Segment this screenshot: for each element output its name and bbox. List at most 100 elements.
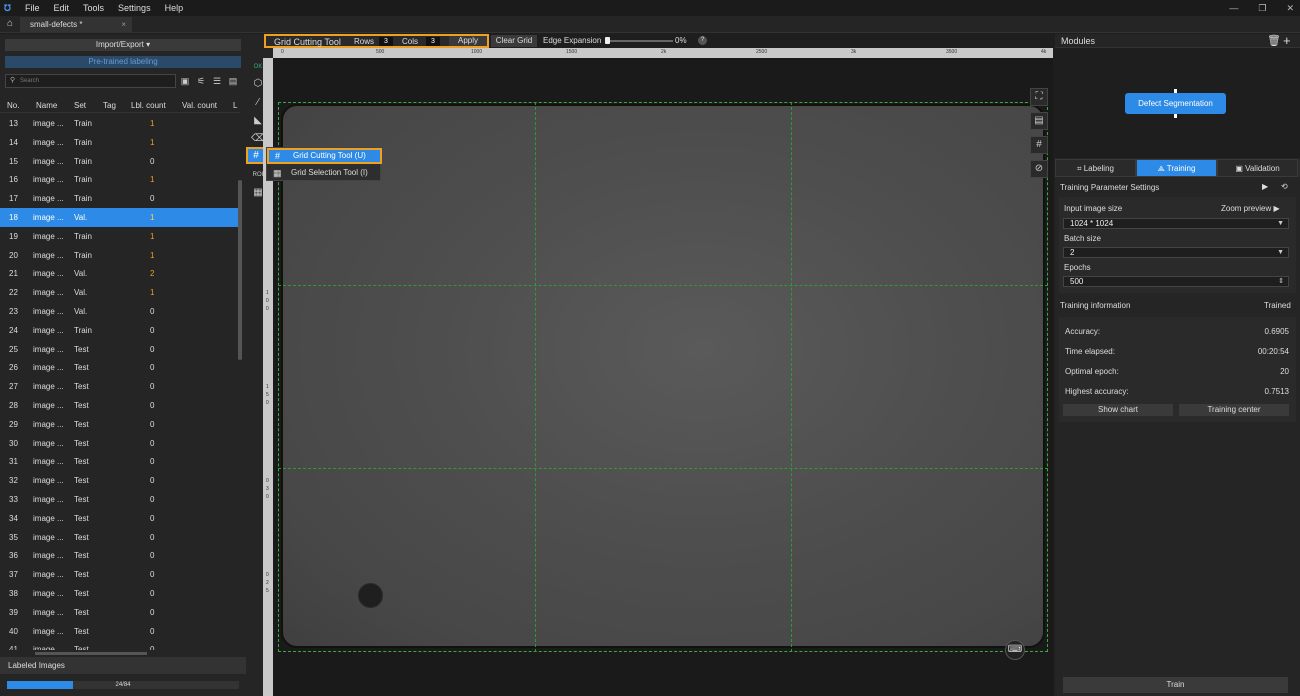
grid-view-icon[interactable]: #: [1030, 136, 1048, 154]
table-row[interactable]: 23 image ... Val. 0: [0, 302, 238, 321]
row-set: Train: [74, 175, 92, 185]
table-row[interactable]: 19 image ... Train 1: [0, 227, 238, 246]
table-row[interactable]: 17 image ... Train 0: [0, 189, 238, 208]
ruler-tick-label: 3: [266, 486, 269, 492]
trash-icon[interactable]: 🗑: [1267, 34, 1281, 48]
search-input[interactable]: ⚲ Search: [5, 74, 176, 88]
row-set: Test: [74, 570, 89, 580]
table-row[interactable]: 28 image ... Test 0: [0, 396, 238, 415]
zoom-preview-link[interactable]: Zoom preview ▶: [1221, 204, 1280, 213]
table-row[interactable]: 35 image ... Test 0: [0, 528, 238, 547]
help-icon[interactable]: ?: [698, 36, 707, 45]
table-row[interactable]: 38 image ... Test 0: [0, 584, 238, 603]
fit-view-icon[interactable]: ⛶: [1030, 88, 1048, 106]
table-row[interactable]: 39 image ... Test 0: [0, 603, 238, 622]
row-set: Train: [74, 231, 92, 241]
row-name: image ...: [33, 194, 64, 204]
image-filter-icon[interactable]: ▣: [180, 76, 190, 86]
table-row[interactable]: 36 image ... Test 0: [0, 546, 238, 565]
row-set: Train: [74, 119, 92, 128]
grid-view-icon[interactable]: ▤: [228, 76, 238, 86]
row-no: 24: [9, 325, 18, 335]
table-row[interactable]: 37 image ... Test 0: [0, 565, 238, 584]
table-row[interactable]: 32 image ... Test 0: [0, 471, 238, 490]
table-row[interactable]: 16 image ... Train 1: [0, 170, 238, 189]
home-icon[interactable]: ⌂: [7, 19, 13, 29]
stepper-icon[interactable]: ⇕: [1278, 277, 1284, 287]
table-row[interactable]: 34 image ... Test 0: [0, 509, 238, 528]
tab-labeling[interactable]: ⌗ Labeling: [1055, 159, 1136, 177]
hide-mask-icon[interactable]: ⊘: [1030, 160, 1048, 178]
epochs-input[interactable]: 500 ⇕: [1063, 276, 1289, 287]
layer-icon[interactable]: ▤: [1030, 112, 1048, 130]
table-row[interactable]: 21 image ... Val. 2: [0, 264, 238, 283]
edge-slider-handle[interactable]: [605, 37, 610, 44]
edge-expansion-slider[interactable]: [605, 40, 673, 42]
table-row[interactable]: 24 image ... Train 0: [0, 321, 238, 340]
tab-close-icon[interactable]: ×: [121, 17, 126, 32]
close-icon[interactable]: ✕: [1286, 3, 1294, 14]
minimize-icon[interactable]: —: [1229, 3, 1238, 13]
apply-button[interactable]: Apply: [449, 36, 487, 46]
clear-grid-button[interactable]: Clear Grid: [491, 35, 537, 47]
col-name[interactable]: Name: [36, 101, 57, 110]
tab-training-label: Training: [1166, 164, 1196, 173]
table-row[interactable]: 30 image ... Test 0: [0, 434, 238, 453]
import-export-button[interactable]: Import/Export ▾: [5, 39, 241, 51]
menu-file[interactable]: File: [25, 3, 40, 13]
add-icon[interactable]: +: [1283, 34, 1291, 48]
show-chart-button[interactable]: Show chart: [1063, 404, 1173, 416]
tab-project[interactable]: small-defects * ×: [20, 17, 132, 32]
list-view-icon[interactable]: ☰: [212, 76, 222, 86]
row-lbl-count: 0: [150, 476, 155, 486]
table-row[interactable]: 25 image ... Test 0: [0, 340, 238, 359]
tab-training[interactable]: ⟁ Training: [1136, 159, 1217, 177]
menu-settings[interactable]: Settings: [118, 3, 151, 13]
table-row[interactable]: 27 image ... Test 0: [0, 377, 238, 396]
table-row[interactable]: 40 image ... Test 0: [0, 622, 238, 641]
keyboard-icon[interactable]: ⌨: [1005, 640, 1025, 660]
col-no[interactable]: No.: [7, 101, 19, 110]
table-row[interactable]: 13 image ... Train 1: [0, 114, 238, 133]
tab-validation[interactable]: ▣ Validation: [1217, 159, 1298, 177]
table-row[interactable]: 26 image ... Test 0: [0, 358, 238, 377]
col-set[interactable]: Set: [74, 101, 86, 110]
table-row[interactable]: 15 image ... Train 0: [0, 152, 238, 171]
col-val-count[interactable]: Val. count: [182, 101, 217, 110]
ruler-tick-label: 1: [266, 384, 269, 390]
input-size-select[interactable]: 1024 * 1024 ▼: [1063, 218, 1289, 229]
grid-selection-tool-item[interactable]: ▦ Grid Selection Tool (I): [267, 165, 382, 181]
pretrained-labeling-button[interactable]: Pre-trained labeling: [5, 56, 241, 68]
table-row[interactable]: 33 image ... Test 0: [0, 490, 238, 509]
table-row[interactable]: 14 image ... Train 1: [0, 133, 238, 152]
filter-icon[interactable]: ⚟: [196, 76, 206, 86]
batch-size-select[interactable]: 2 ▼: [1063, 247, 1289, 258]
train-button[interactable]: Train: [1063, 677, 1288, 693]
node-port-out[interactable]: [1174, 114, 1177, 118]
table-row[interactable]: 29 image ... Test 0: [0, 415, 238, 434]
row-lbl-count: 1: [150, 212, 155, 222]
table-row[interactable]: 18 image ... Val. 1: [0, 207, 238, 227]
menu-help[interactable]: Help: [165, 3, 184, 13]
cols-input[interactable]: 3: [426, 37, 440, 46]
grid-cutting-tool-item[interactable]: # Grid Cutting Tool (U): [267, 148, 382, 164]
image-canvas[interactable]: ⛶ ▤ # ⊘ ⌨: [273, 58, 1053, 696]
training-center-button[interactable]: Training center: [1179, 404, 1289, 416]
table-row[interactable]: 22 image ... Val. 1: [0, 283, 238, 302]
restore-icon[interactable]: ❐: [1258, 3, 1266, 14]
table-row[interactable]: 41 image ... Test 0: [0, 640, 238, 650]
module-node-defect-segmentation[interactable]: Defect Segmentation: [1125, 93, 1226, 114]
table-row[interactable]: 31 image ... Test 0: [0, 452, 238, 471]
col-tag[interactable]: Tag: [103, 101, 116, 110]
menu-tools[interactable]: Tools: [83, 3, 104, 13]
vertical-scrollbar[interactable]: [238, 180, 242, 360]
menu-edit[interactable]: Edit: [54, 3, 70, 13]
reset-icon[interactable]: ⟲: [1281, 182, 1288, 191]
horizontal-scrollbar[interactable]: [35, 652, 147, 655]
rows-input[interactable]: 3: [379, 37, 393, 46]
expand-icon[interactable]: ▶: [1262, 182, 1268, 191]
row-set: Test: [74, 645, 89, 650]
table-row[interactable]: 20 image ... Train 1: [0, 246, 238, 265]
col-extra[interactable]: L: [233, 101, 237, 110]
col-lbl-count[interactable]: Lbl. count: [131, 101, 166, 110]
